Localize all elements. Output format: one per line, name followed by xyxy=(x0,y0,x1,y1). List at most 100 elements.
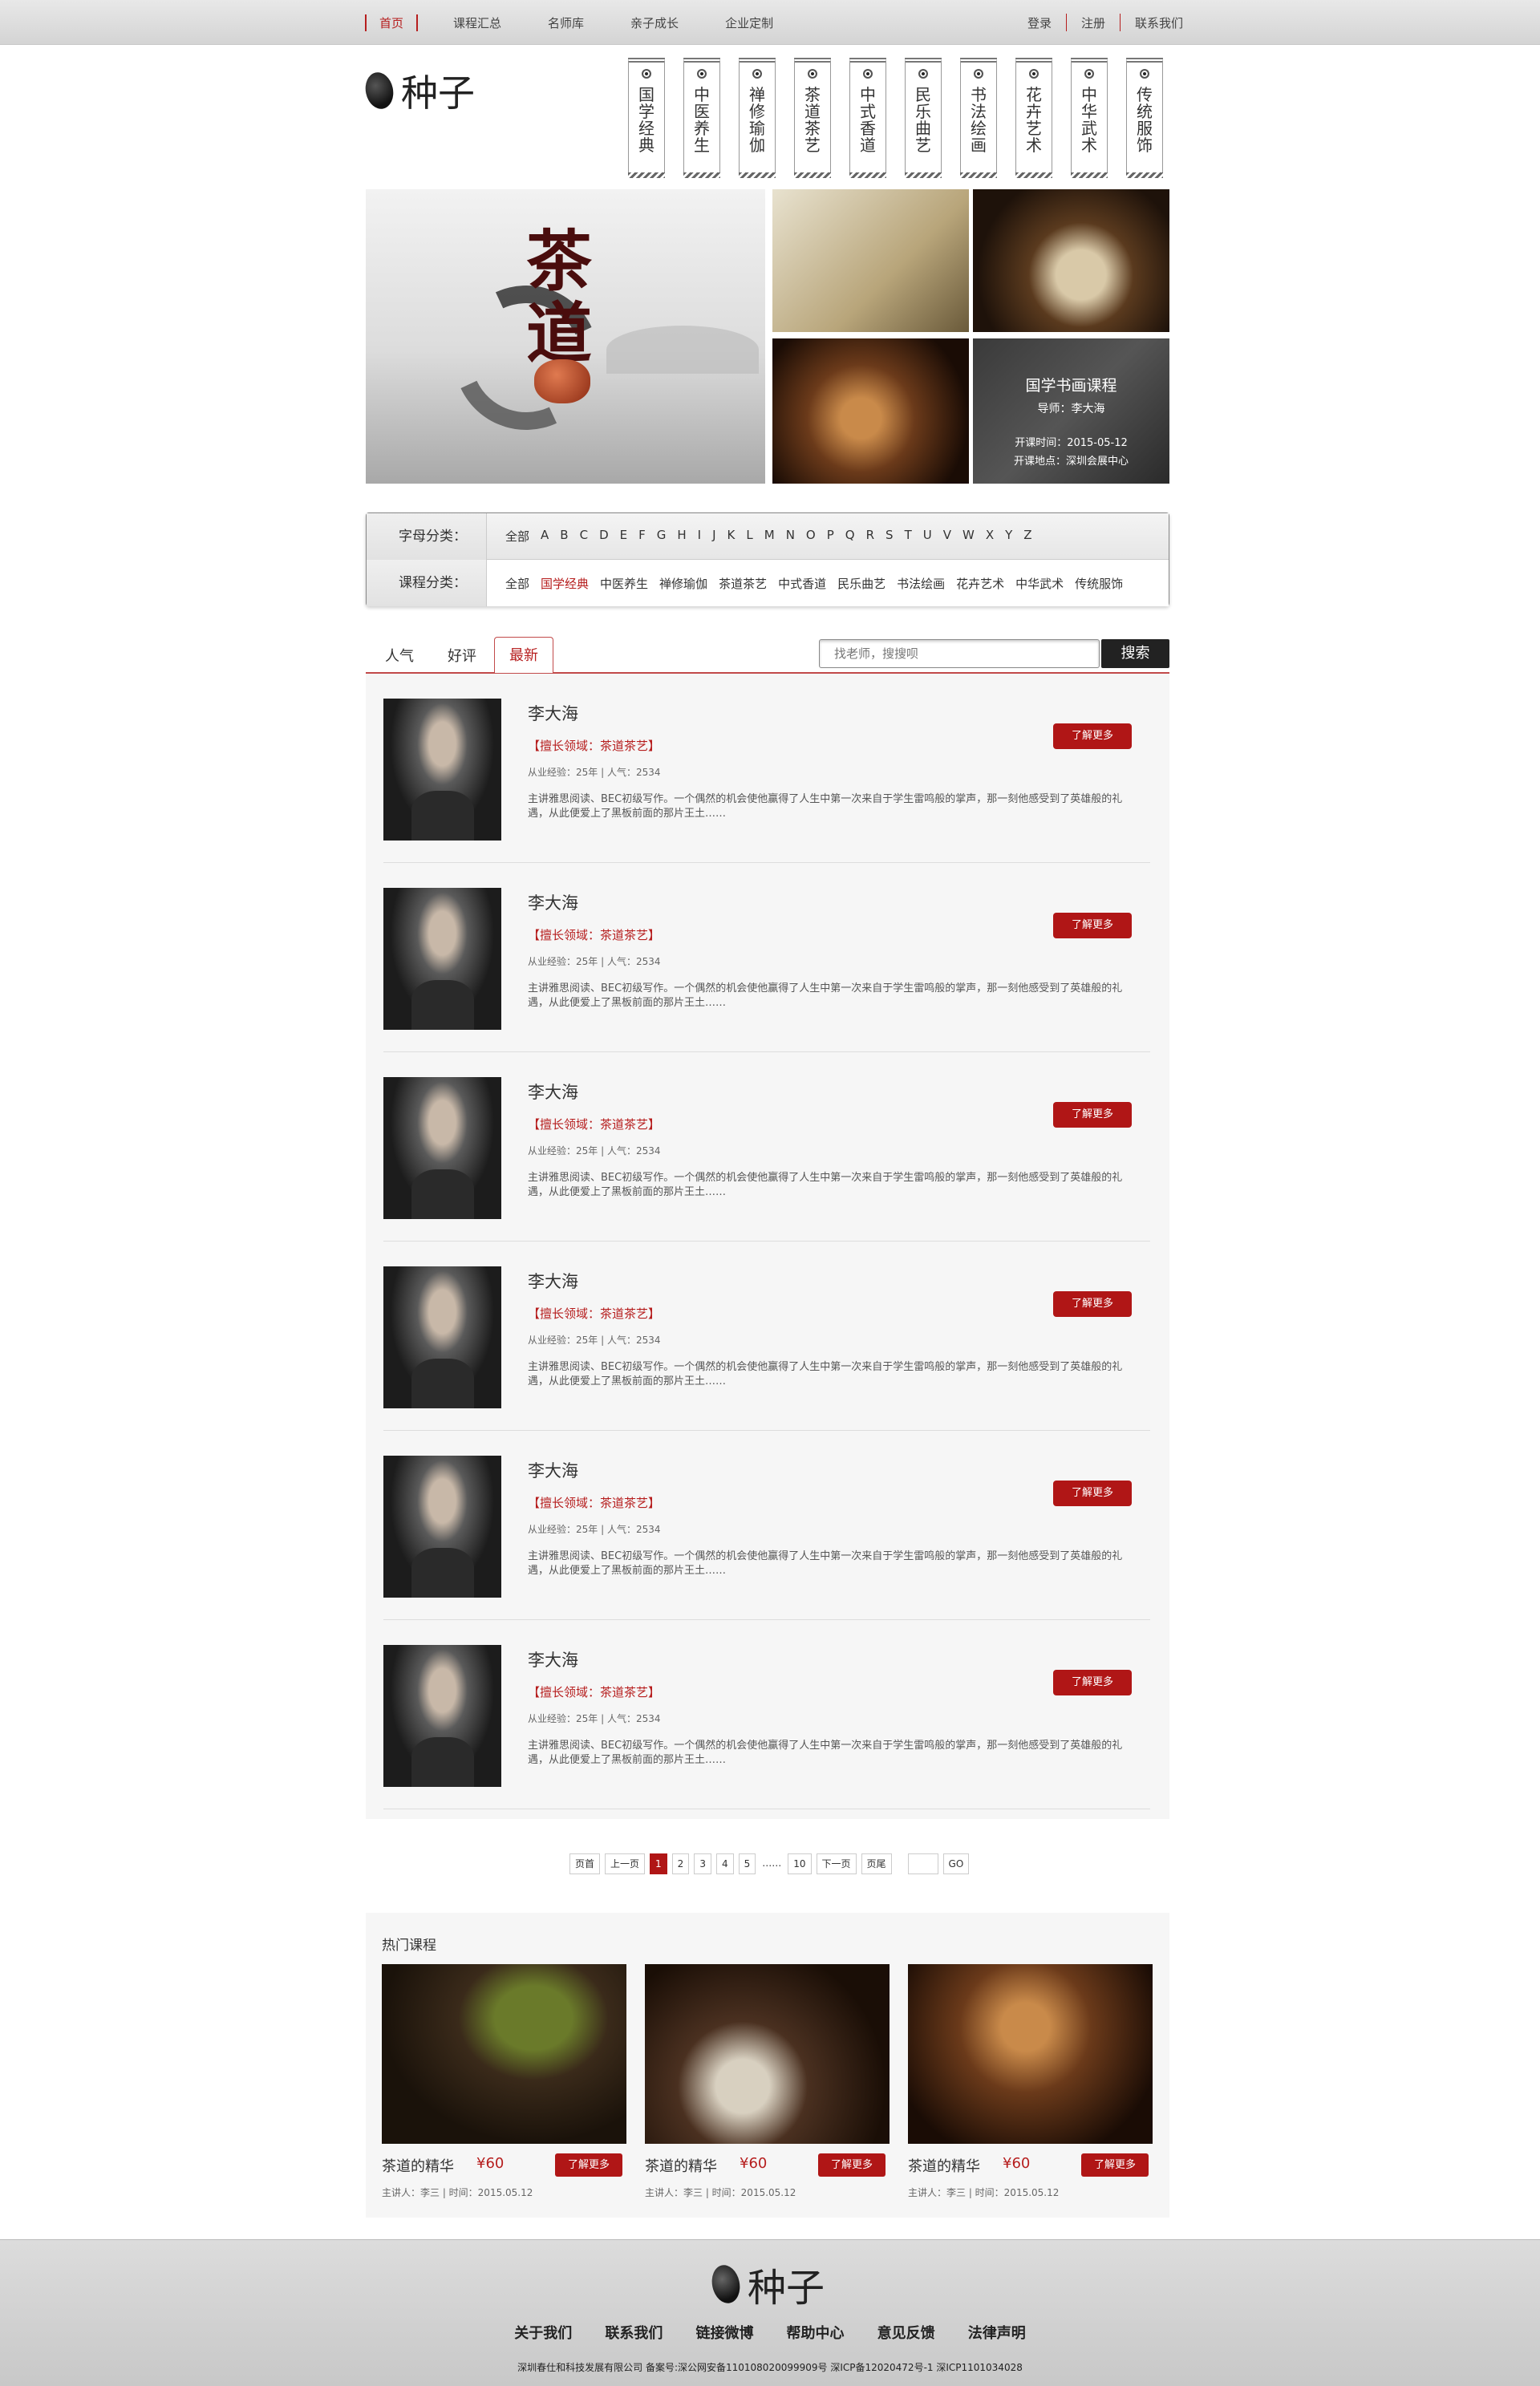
course-filter-option[interactable]: 全部 xyxy=(505,575,529,592)
alpha-filter-option[interactable]: Y xyxy=(1005,528,1012,545)
page-number[interactable]: 3 xyxy=(694,1853,711,1874)
footer-link-feedback[interactable]: 意见反馈 xyxy=(877,2325,935,2342)
page-number[interactable]: 2 xyxy=(671,1853,690,1874)
learn-more-button[interactable]: 了解更多 xyxy=(1053,1481,1132,1506)
search-input[interactable] xyxy=(820,640,1076,667)
page-go-button[interactable]: GO xyxy=(942,1853,970,1874)
teacher-name[interactable]: 李大海 xyxy=(528,1269,1137,1293)
course-more-button[interactable]: 了解更多 xyxy=(555,2153,622,2177)
course-promo-tile[interactable]: 国学书画课程 导师：李大海 开课时间：2015-05-12 开课地点：深圳会展中… xyxy=(973,338,1169,484)
teacher-photo[interactable] xyxy=(383,888,501,1030)
scroll-category[interactable]: 中式香道 xyxy=(849,58,886,178)
login-link[interactable]: 登录 xyxy=(1027,14,1052,31)
footer-link-contact[interactable]: 联系我们 xyxy=(605,2325,663,2342)
page-number[interactable]: 4 xyxy=(715,1853,734,1874)
nav-home[interactable]: 首页 xyxy=(365,14,419,31)
alpha-filter-option[interactable]: C xyxy=(580,528,588,545)
tea-banner-image[interactable]: 茶道 xyxy=(366,189,765,484)
course-filter-option[interactable]: 书法绘画 xyxy=(897,575,945,592)
course-filter-option[interactable]: 中华武术 xyxy=(1015,575,1064,592)
page-jump-input[interactable] xyxy=(907,1853,938,1874)
learn-more-button[interactable]: 了解更多 xyxy=(1053,1291,1132,1317)
course-filter-option[interactable]: 中医养生 xyxy=(600,575,648,592)
scroll-category[interactable]: 书法绘画 xyxy=(960,58,997,178)
course-filter-option[interactable]: 中式香道 xyxy=(778,575,826,592)
tab-popular[interactable]: 人气 xyxy=(385,645,414,666)
teacher-name[interactable]: 李大海 xyxy=(528,701,1137,725)
teacher-photo[interactable] xyxy=(383,1456,501,1598)
nav-family[interactable]: 亲子成长 xyxy=(630,14,679,31)
alpha-filter-option[interactable]: R xyxy=(866,528,874,545)
learn-more-button[interactable]: 了解更多 xyxy=(1053,1102,1132,1128)
alpha-filter-option[interactable]: J xyxy=(712,528,715,545)
learn-more-button[interactable]: 了解更多 xyxy=(1053,1670,1132,1695)
guzheng-image[interactable] xyxy=(772,338,969,484)
scroll-category[interactable]: 国学经典 xyxy=(628,58,665,178)
alpha-filter-option[interactable]: G xyxy=(657,528,667,545)
course-more-button[interactable]: 了解更多 xyxy=(1081,2153,1149,2177)
alpha-filter-option[interactable]: B xyxy=(560,528,568,545)
alpha-filter-option[interactable]: N xyxy=(786,528,795,545)
course-name[interactable]: 茶道的精华 xyxy=(382,2155,454,2176)
footer-link-help[interactable]: 帮助中心 xyxy=(787,2325,845,2342)
course-image[interactable] xyxy=(908,1964,1153,2144)
alpha-filter-option[interactable]: 全部 xyxy=(505,528,529,545)
alpha-filter-option[interactable]: W xyxy=(962,528,975,545)
scroll-category[interactable]: 传统服饰 xyxy=(1126,58,1163,178)
course-filter-option[interactable]: 花卉艺术 xyxy=(956,575,1004,592)
alpha-filter-option[interactable]: S xyxy=(886,528,894,545)
course-name[interactable]: 茶道的精华 xyxy=(908,2155,980,2176)
teacher-name[interactable]: 李大海 xyxy=(528,1647,1137,1671)
course-filter-option[interactable]: 国学经典 xyxy=(541,575,589,592)
alpha-filter-option[interactable]: P xyxy=(827,528,834,545)
teacher-name[interactable]: 李大海 xyxy=(528,890,1137,914)
alpha-filter-option[interactable]: H xyxy=(677,528,686,545)
teacher-photo[interactable] xyxy=(383,1077,501,1219)
alpha-filter-option[interactable]: O xyxy=(806,528,816,545)
alpha-filter-option[interactable]: T xyxy=(905,528,912,545)
scroll-category[interactable]: 花卉艺术 xyxy=(1015,58,1052,178)
page-number[interactable]: 1 xyxy=(650,1853,667,1874)
teacher-photo[interactable] xyxy=(383,699,501,841)
incense-tools-image[interactable] xyxy=(772,189,969,332)
alpha-filter-option[interactable]: D xyxy=(599,528,609,545)
alpha-filter-option[interactable]: V xyxy=(943,528,951,545)
alpha-filter-option[interactable]: X xyxy=(986,528,994,545)
teacher-name[interactable]: 李大海 xyxy=(528,1080,1137,1104)
scroll-category[interactable]: 中医养生 xyxy=(683,58,720,178)
course-filter-option[interactable]: 禅修瑜伽 xyxy=(659,575,707,592)
tab-reviews[interactable]: 好评 xyxy=(448,645,476,666)
contact-link[interactable]: 联系我们 xyxy=(1135,14,1183,31)
course-filter-option[interactable]: 传统服饰 xyxy=(1075,575,1123,592)
alpha-filter-option[interactable]: Z xyxy=(1023,528,1031,545)
alpha-filter-option[interactable]: I xyxy=(698,528,701,545)
alpha-filter-option[interactable]: M xyxy=(764,528,775,545)
page-last[interactable]: 页尾 xyxy=(861,1853,892,1874)
course-filter-option[interactable]: 民乐曲艺 xyxy=(837,575,886,592)
footer-link-about[interactable]: 关于我们 xyxy=(514,2325,572,2342)
search-button[interactable]: 搜索 xyxy=(1101,639,1169,668)
tab-newest[interactable]: 最新 xyxy=(494,637,553,673)
page-number[interactable]: 10 xyxy=(788,1853,812,1874)
teacher-photo[interactable] xyxy=(383,1645,501,1787)
nav-courses[interactable]: 课程汇总 xyxy=(453,14,501,31)
page-next[interactable]: 下一页 xyxy=(816,1853,857,1874)
footer-logo[interactable]: 种子 xyxy=(708,2256,825,2312)
learn-more-button[interactable]: 了解更多 xyxy=(1053,723,1132,749)
alpha-filter-option[interactable]: K xyxy=(727,528,736,545)
site-logo[interactable]: 种子 xyxy=(362,64,475,117)
teacher-name[interactable]: 李大海 xyxy=(528,1458,1137,1482)
course-more-button[interactable]: 了解更多 xyxy=(818,2153,886,2177)
course-filter-option[interactable]: 茶道茶艺 xyxy=(719,575,767,592)
scroll-category[interactable]: 禅修瑜伽 xyxy=(739,58,776,178)
scroll-category[interactable]: 茶道茶艺 xyxy=(794,58,831,178)
footer-link-legal[interactable]: 法律声明 xyxy=(968,2325,1026,2342)
learn-more-button[interactable]: 了解更多 xyxy=(1053,913,1132,938)
nav-enterprise[interactable]: 企业定制 xyxy=(725,14,773,31)
alpha-filter-option[interactable]: Q xyxy=(845,528,855,545)
page-prev[interactable]: 上一页 xyxy=(605,1853,646,1874)
alpha-filter-option[interactable]: L xyxy=(746,528,752,545)
alpha-filter-option[interactable]: A xyxy=(541,528,549,545)
register-link[interactable]: 注册 xyxy=(1081,14,1105,31)
page-first[interactable]: 页首 xyxy=(569,1853,601,1874)
